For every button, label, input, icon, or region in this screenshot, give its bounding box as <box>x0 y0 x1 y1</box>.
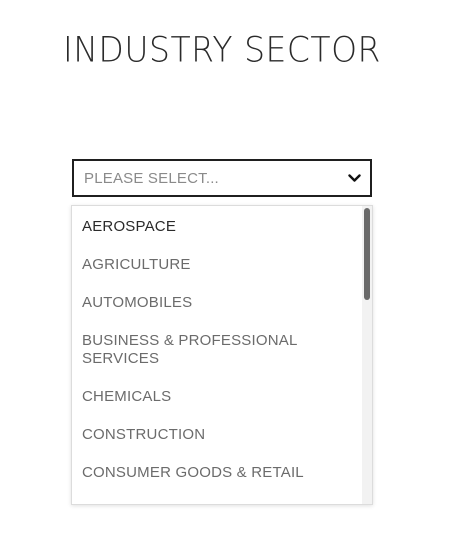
dropdown-scrollbar[interactable] <box>362 206 372 504</box>
chevron-down-icon[interactable] <box>347 171 361 185</box>
option-business-professional-services[interactable]: BUSINESS & PROFESSIONAL SERVICES <box>72 332 362 368</box>
page-title: INDUSTRY SECTOR <box>63 29 381 70</box>
option-agriculture[interactable]: AGRICULTURE <box>72 256 362 274</box>
option-construction[interactable]: CONSTRUCTION <box>72 426 362 444</box>
scrollbar-thumb[interactable] <box>364 208 370 300</box>
option-consumer-goods-retail[interactable]: CONSUMER GOODS & RETAIL <box>72 464 362 482</box>
select-placeholder: PLEASE SELECT... <box>84 169 219 187</box>
options-container: AEROSPACE AGRICULTURE AUTOMOBILES BUSINE… <box>72 206 362 504</box>
option-aerospace[interactable]: AEROSPACE <box>72 218 362 236</box>
page: INDUSTRY SECTOR PLEASE SELECT... AEROSPA… <box>0 0 460 547</box>
dropdown-list[interactable]: AEROSPACE AGRICULTURE AUTOMOBILES BUSINE… <box>71 205 373 505</box>
option-chemicals[interactable]: CHEMICALS <box>72 388 362 406</box>
option-automobiles[interactable]: AUTOMOBILES <box>72 294 362 312</box>
industry-sector-select[interactable]: PLEASE SELECT... <box>72 159 372 197</box>
